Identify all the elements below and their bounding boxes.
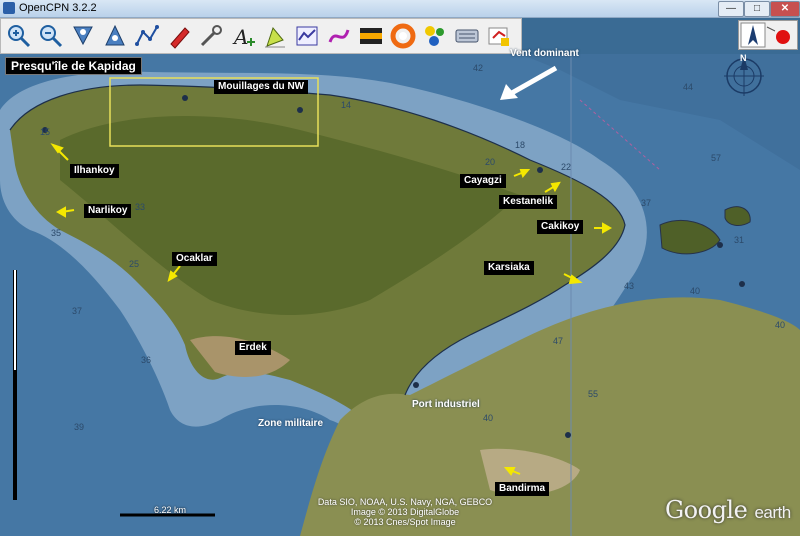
track-icon[interactable] bbox=[325, 22, 353, 50]
depth-label: 36 bbox=[141, 355, 152, 365]
opencpn-logo-icon bbox=[3, 2, 15, 14]
scale-in-icon[interactable] bbox=[69, 22, 97, 50]
place-label-ocaklar: Ocaklar bbox=[172, 252, 217, 266]
port-industriel-label: Port industriel bbox=[412, 399, 480, 410]
auto-follow-icon[interactable] bbox=[165, 22, 193, 50]
depth-label: 37 bbox=[72, 306, 83, 316]
route-manager-icon[interactable] bbox=[485, 22, 513, 50]
mob-icon[interactable] bbox=[389, 22, 417, 50]
place-label-bandirma: Bandirma bbox=[495, 482, 550, 496]
current-icon[interactable] bbox=[261, 22, 289, 50]
depth-label: 22 bbox=[561, 162, 572, 172]
depth-label: 40 bbox=[775, 320, 786, 330]
depth-label: 18 bbox=[515, 140, 526, 150]
compass-icon bbox=[740, 22, 790, 48]
place-label-erdek: Erdek bbox=[235, 341, 271, 355]
zone-militaire-label: Zone militaire bbox=[258, 418, 324, 429]
maximize-button[interactable]: □ bbox=[744, 1, 770, 17]
place-label-karsiaka: Karsiaka bbox=[484, 261, 534, 275]
main-toolbar: A bbox=[0, 18, 522, 54]
depth-label: 42 bbox=[473, 63, 484, 73]
scale-out-icon[interactable] bbox=[101, 22, 129, 50]
credit-line: Data SIO, NOAA, U.S. Navy, NGA, GEBCO bbox=[317, 497, 493, 507]
compass-north-label: N bbox=[740, 53, 747, 63]
image-credits: Data SIO, NOAA, U.S. Navy, NGA, GEBCO Im… bbox=[300, 497, 510, 527]
place-label-cakikoy: Cakikoy bbox=[537, 220, 584, 234]
settings-icon[interactable] bbox=[197, 22, 225, 50]
depth-label: 47 bbox=[553, 336, 564, 346]
close-button[interactable]: ✕ bbox=[770, 1, 800, 17]
depth-label: 15 bbox=[40, 127, 51, 137]
title-bar: OpenCPN 3.2.2 — □ ✕ bbox=[0, 0, 800, 18]
color-scheme-icon[interactable] bbox=[357, 22, 385, 50]
google-earth-watermark: Google earth bbox=[665, 496, 791, 524]
ais-icon[interactable] bbox=[293, 22, 321, 50]
compass-widget[interactable] bbox=[738, 20, 798, 50]
place-label-cayagzi: Cayagzi bbox=[460, 174, 506, 188]
credit-line: Image © 2013 DigitalGlobe bbox=[350, 507, 460, 517]
scale-label: 6.22 km bbox=[154, 505, 187, 515]
svg-text:A: A bbox=[232, 25, 248, 49]
depth-label: 40 bbox=[690, 286, 701, 296]
place-label-ilhankoy: Ilhankoy bbox=[70, 164, 119, 178]
region-label: Mouillages du NW bbox=[214, 80, 309, 94]
window-title: OpenCPN 3.2.2 bbox=[19, 2, 97, 14]
wind-label: Vent dominant bbox=[510, 48, 579, 59]
text-icon[interactable]: A bbox=[229, 22, 257, 50]
depth-label: 44 bbox=[683, 82, 694, 92]
depth-label: 40 bbox=[483, 413, 494, 423]
chart-map[interactable] bbox=[0, 54, 800, 536]
depth-label: 35 bbox=[51, 228, 62, 238]
credit-line: © 2013 Cnes/Spot Image bbox=[354, 517, 456, 527]
depth-label: 37 bbox=[641, 198, 652, 208]
depth-label: 43 bbox=[624, 281, 635, 291]
depth-label: 39 bbox=[74, 422, 85, 432]
route-icon[interactable] bbox=[133, 22, 161, 50]
tides-icon[interactable] bbox=[421, 22, 449, 50]
depth-label: 55 bbox=[588, 389, 599, 399]
depth-label: 31 bbox=[734, 235, 745, 245]
map-title: Presqu'île de Kapidag bbox=[5, 57, 142, 75]
place-label-narlikoy: Narlikoy bbox=[84, 204, 132, 218]
place-label-kestanelik: Kestanelik bbox=[499, 195, 558, 209]
depth-label: 25 bbox=[129, 259, 140, 269]
zoom-in-icon[interactable] bbox=[5, 22, 33, 50]
watermark-google: Google bbox=[665, 496, 748, 524]
watermark-earth: earth bbox=[754, 503, 791, 522]
zoom-out-icon[interactable] bbox=[37, 22, 65, 50]
depth-label: 33 bbox=[135, 202, 146, 212]
depth-label: 57 bbox=[711, 153, 722, 163]
depth-label: 14 bbox=[341, 100, 352, 110]
print-icon[interactable] bbox=[453, 22, 481, 50]
minimize-button[interactable]: — bbox=[718, 1, 744, 17]
depth-label: 20 bbox=[485, 157, 496, 167]
